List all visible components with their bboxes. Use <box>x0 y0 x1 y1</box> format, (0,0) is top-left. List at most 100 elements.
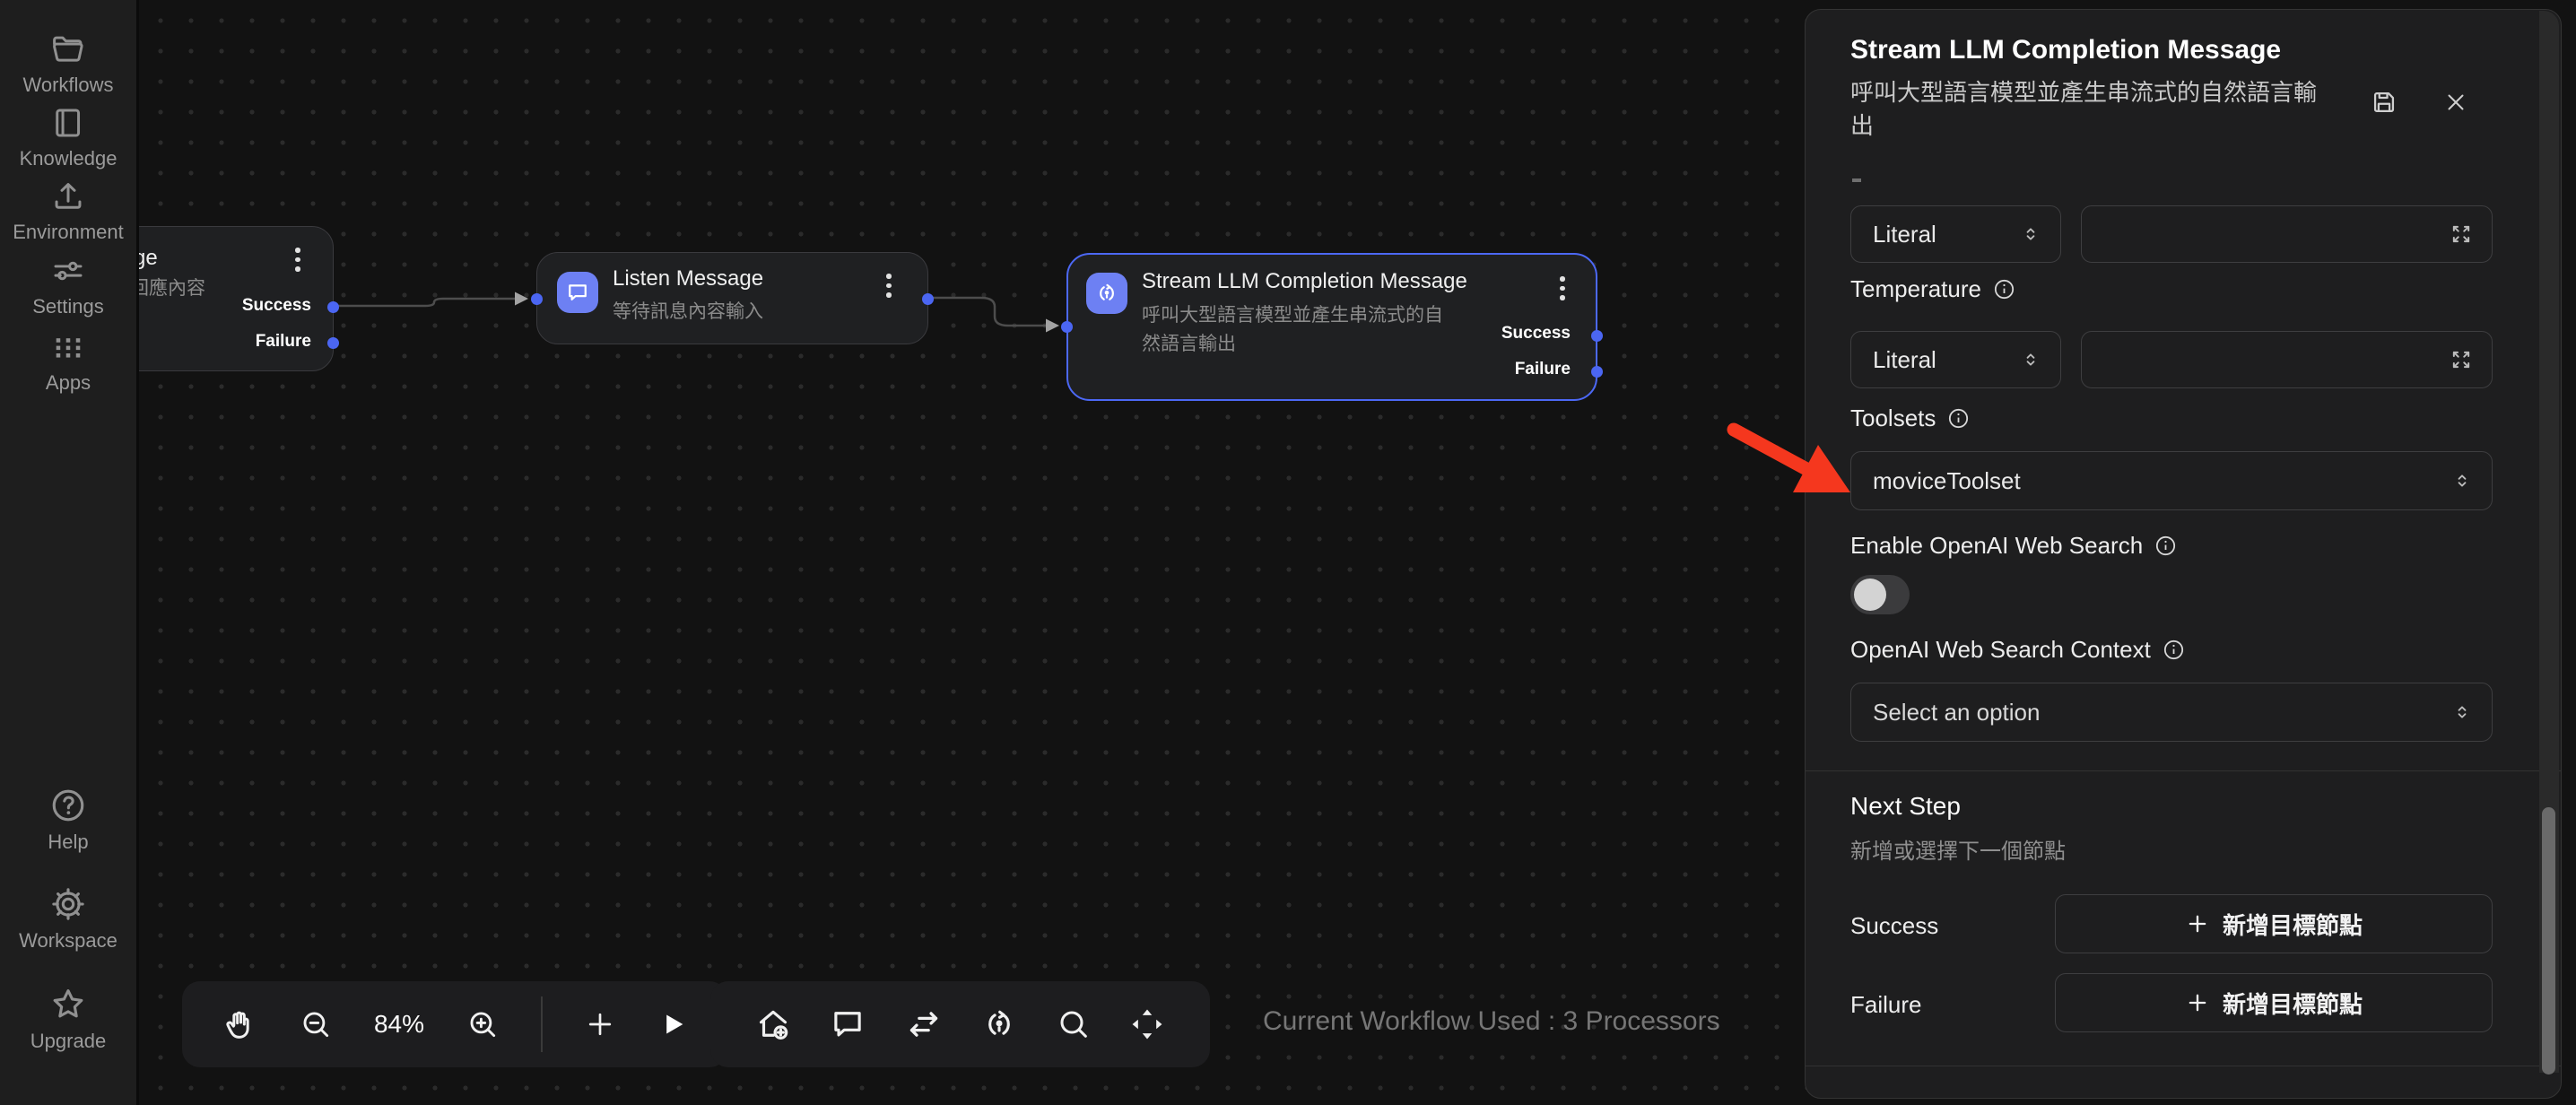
upload-icon <box>49 178 87 215</box>
run-workflow-icon[interactable] <box>657 1009 688 1040</box>
port-input[interactable] <box>1061 321 1073 333</box>
plus-icon <box>2185 911 2210 936</box>
value-type-select[interactable]: Literal <box>1850 205 2061 263</box>
node-menu-kebab-icon[interactable] <box>1560 276 1565 301</box>
next-step-success-label: Success <box>1850 912 1938 940</box>
info-icon[interactable] <box>1992 277 2016 301</box>
toolset-select[interactable]: moviceToolset <box>1850 451 2493 510</box>
label-text: Toolsets <box>1850 405 1936 432</box>
zoom-out-icon[interactable] <box>299 1007 333 1041</box>
book-icon <box>49 104 87 142</box>
add-target-node-failure-button[interactable]: 新增目標節點 <box>2055 973 2493 1032</box>
home-add-icon[interactable] <box>754 1005 792 1043</box>
select-value: Literal <box>1851 346 2019 374</box>
node-title: Listen Message <box>613 266 763 291</box>
node-subtitle: 回應內容 <box>130 274 205 303</box>
node-subtitle: 等待訊息內容輸入 <box>613 298 763 326</box>
sidebar-item-upgrade[interactable]: Upgrade <box>0 985 136 1053</box>
web-search-context-select[interactable]: Select an option <box>1850 683 2493 742</box>
chat-bubble-icon <box>557 272 598 313</box>
chevron-up-down-icon <box>2450 469 2474 492</box>
sidebar-label: Upgrade <box>30 1030 106 1053</box>
plus-icon <box>2185 990 2210 1015</box>
sidebar-label: Knowledge <box>20 147 117 170</box>
temperature-input[interactable] <box>2081 331 2493 388</box>
expand-icon[interactable] <box>2449 222 2474 247</box>
workflow-usage-status: Current Workflow Used : 3 Processors <box>1263 1006 1720 1037</box>
gear-icon <box>48 884 88 924</box>
fit-view-icon[interactable] <box>1128 1005 1166 1043</box>
output-label-success: Success <box>242 296 311 316</box>
canvas-zoom-toolbar: 84% <box>182 981 727 1067</box>
select-placeholder: Select an option <box>1851 699 2450 727</box>
help-icon <box>48 786 88 825</box>
port-failure[interactable] <box>1591 366 1603 378</box>
chat-bubble-icon[interactable] <box>829 1005 866 1043</box>
next-step-failure-label: Failure <box>1850 991 1921 1019</box>
port-success[interactable] <box>1591 330 1603 342</box>
output-label-failure: Failure <box>1515 360 1571 379</box>
chevron-up-down-icon <box>2019 222 2042 246</box>
label-text: Temperature <box>1850 275 1981 303</box>
info-icon[interactable] <box>2162 638 2186 662</box>
port-input[interactable] <box>531 293 543 305</box>
sidebar-item-environment[interactable]: Environment <box>0 178 136 244</box>
folder-icon <box>49 30 87 68</box>
expand-icon[interactable] <box>2449 347 2474 372</box>
select-value: moviceToolset <box>1851 467 2450 495</box>
label-text: OpenAI Web Search Context <box>1850 636 2151 664</box>
node-stream-llm-completion[interactable]: Stream LLM Completion Message 呼叫大型語言模型並產… <box>1066 253 1597 401</box>
sidebar-label: Workflows <box>22 74 113 97</box>
sidebar-label: Settings <box>32 295 104 318</box>
temperature-label: Temperature <box>1850 275 2016 303</box>
panel-scrollbar-thumb[interactable] <box>2542 807 2555 1075</box>
window-edge-strip <box>2562 0 2576 1105</box>
port-failure[interactable] <box>327 337 339 349</box>
port-success[interactable] <box>327 301 339 313</box>
info-icon[interactable] <box>1946 406 1971 431</box>
sidebar-label: Help <box>48 831 88 854</box>
swap-arrows-icon[interactable] <box>904 1005 944 1044</box>
sidebar-item-workflows[interactable]: Workflows <box>0 30 136 97</box>
ai-refresh-icon[interactable] <box>980 1005 1018 1043</box>
chevron-up-down-icon <box>2450 700 2474 724</box>
ai-refresh-icon <box>1086 273 1127 314</box>
star-icon <box>48 985 88 1024</box>
select-value: Literal <box>1851 221 2019 248</box>
panel-scrollbar-track[interactable] <box>2539 11 2559 1073</box>
node-listen-message[interactable]: Listen Message 等待訊息內容輸入 <box>536 252 928 344</box>
node-title: Stream LLM Completion Message <box>1142 269 1467 294</box>
sidebar-item-workspace[interactable]: Workspace <box>0 884 136 953</box>
close-icon[interactable] <box>2442 89 2469 120</box>
pan-hand-icon[interactable] <box>222 1006 257 1042</box>
panel-title: Stream LLM Completion Message <box>1850 35 2281 65</box>
node-config-panel: Stream LLM Completion Message 呼叫大型語言模型並產… <box>1805 9 2562 1099</box>
section-divider <box>1806 770 2561 771</box>
toolbar-divider <box>541 996 543 1052</box>
search-icon[interactable] <box>1056 1006 1092 1042</box>
node-menu-kebab-icon[interactable] <box>886 274 892 299</box>
add-target-node-success-button[interactable]: 新增目標節點 <box>2055 894 2493 953</box>
chevron-up-down-icon <box>2019 348 2042 371</box>
save-icon[interactable] <box>2369 87 2399 122</box>
temperature-type-select[interactable]: Literal <box>1850 331 2061 388</box>
output-label-success: Success <box>1501 324 1571 344</box>
enable-web-search-label: Enable OpenAI Web Search <box>1850 532 2178 560</box>
sidebar-item-knowledge[interactable]: Knowledge <box>0 104 136 170</box>
sidebar-item-settings[interactable]: Settings <box>0 252 136 318</box>
button-label: 新增目標節點 <box>2223 908 2363 941</box>
zoom-in-icon[interactable] <box>466 1007 500 1041</box>
sidebar-label: Apps <box>46 371 91 395</box>
web-search-toggle[interactable] <box>1850 575 1910 614</box>
label-text: Enable OpenAI Web Search <box>1850 532 2143 560</box>
port-output[interactable] <box>922 293 934 305</box>
sidebar-item-apps[interactable]: Apps <box>0 328 136 395</box>
add-node-icon[interactable] <box>584 1008 616 1040</box>
web-search-context-label: OpenAI Web Search Context <box>1850 636 2186 664</box>
info-icon[interactable] <box>2154 534 2178 558</box>
sidebar-item-help[interactable]: Help <box>0 786 136 854</box>
node-menu-kebab-icon[interactable] <box>295 248 300 273</box>
next-step-subtitle: 新增或選擇下一個節點 <box>1850 833 2066 865</box>
toggle-knob <box>1854 579 1886 611</box>
prompt-input[interactable] <box>2081 205 2493 263</box>
